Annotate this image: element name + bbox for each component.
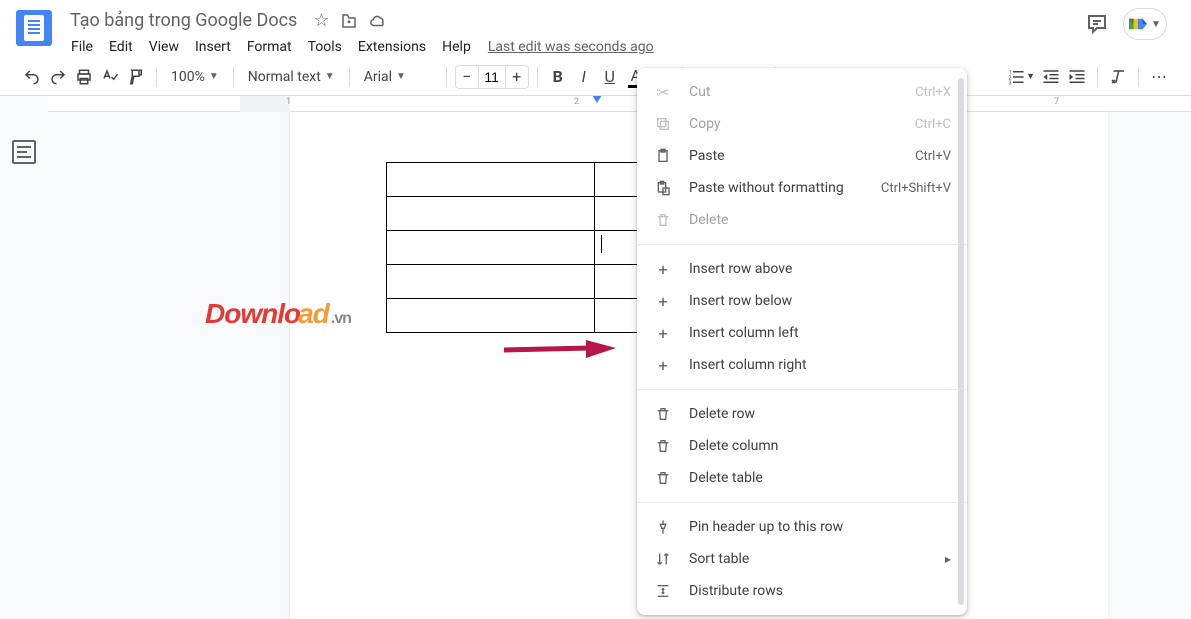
cm-distribute-rows[interactable]: Distribute rows <box>637 575 967 607</box>
cm-delete: Delete <box>637 204 967 236</box>
print-button[interactable] <box>72 64 96 90</box>
chevron-right-icon: ▸ <box>945 552 951 566</box>
font-size-control: − + <box>455 65 529 89</box>
style-dropdown[interactable]: Normal text▼ <box>242 64 341 90</box>
outline-toggle-icon[interactable] <box>12 140 36 164</box>
bold-button[interactable]: B <box>546 64 570 90</box>
plus-icon: + <box>653 291 673 311</box>
meet-button[interactable]: ▼ <box>1123 8 1167 40</box>
indent-marker-icon[interactable] <box>592 96 602 103</box>
comments-icon[interactable] <box>1085 12 1109 36</box>
menu-bar: File Edit View Insert Format Tools Exten… <box>64 35 1085 59</box>
cm-paste-plain[interactable]: Paste without formatting Ctrl+Shift+V <box>637 172 967 204</box>
header: Tạo bảng trong Google Docs ☆ File Edit V… <box>0 0 1191 58</box>
plus-icon: + <box>653 259 673 279</box>
decrease-font-button[interactable]: − <box>456 67 478 86</box>
cm-insert-col-right[interactable]: + Insert column right <box>637 349 967 381</box>
menu-extensions[interactable]: Extensions <box>351 35 433 59</box>
cm-delete-row[interactable]: Delete row <box>637 398 967 430</box>
clear-format-button[interactable] <box>1106 64 1130 90</box>
menu-file[interactable]: File <box>64 35 100 59</box>
move-icon[interactable] <box>340 12 358 30</box>
cloud-status-icon[interactable] <box>368 12 388 30</box>
redo-button[interactable] <box>46 64 70 90</box>
last-edit-link[interactable]: Last edit was seconds ago <box>488 39 654 55</box>
copy-icon <box>653 114 673 134</box>
context-menu: ✂ Cut Ctrl+X Copy Ctrl+C Paste Ctrl+V Pa… <box>637 68 967 615</box>
menu-insert[interactable]: Insert <box>188 35 238 59</box>
cm-delete-table[interactable]: Delete table <box>637 462 967 494</box>
trash-icon <box>653 436 673 456</box>
paint-format-button[interactable] <box>124 64 148 90</box>
trash-icon <box>653 404 673 424</box>
plus-icon: + <box>653 355 673 375</box>
cm-copy: Copy Ctrl+C <box>637 108 967 140</box>
watermark: Download.vn <box>205 298 351 330</box>
italic-button[interactable]: I <box>572 64 596 90</box>
underline-button[interactable]: U <box>598 64 622 90</box>
text-cursor <box>601 235 602 253</box>
cm-cut: ✂ Cut Ctrl+X <box>637 76 967 108</box>
increase-indent-button[interactable] <box>1065 64 1089 90</box>
cm-delete-column[interactable]: Delete column <box>637 430 967 462</box>
cut-icon: ✂ <box>653 82 673 102</box>
svg-text:3: 3 <box>1009 80 1012 86</box>
cm-insert-row-below[interactable]: + Insert row below <box>637 285 967 317</box>
menu-tools[interactable]: Tools <box>301 35 349 59</box>
pin-icon <box>653 517 673 537</box>
cm-sort-table[interactable]: Sort table ▸ <box>637 543 967 575</box>
ruler[interactable]: 1 2 3 7 <box>48 96 1191 112</box>
menu-format[interactable]: Format <box>240 35 299 59</box>
undo-button[interactable] <box>20 64 44 90</box>
paste-plain-icon <box>653 178 673 198</box>
spellcheck-button[interactable] <box>98 64 122 90</box>
numbered-list-button[interactable]: 123▼ <box>1005 64 1037 90</box>
cm-paste[interactable]: Paste Ctrl+V <box>637 140 967 172</box>
title-area: Tạo bảng trong Google Docs ☆ File Edit V… <box>64 8 1085 59</box>
distribute-rows-icon <box>653 581 673 601</box>
cm-insert-row-above[interactable]: + Insert row above <box>637 253 967 285</box>
docs-logo[interactable] <box>16 10 52 46</box>
trash-icon <box>653 468 673 488</box>
font-size-input[interactable] <box>478 66 506 88</box>
zoom-dropdown[interactable]: 100%▼ <box>165 64 225 90</box>
cm-insert-col-left[interactable]: + Insert column left <box>637 317 967 349</box>
plus-icon: + <box>653 323 673 343</box>
paste-icon <box>653 146 673 166</box>
context-menu-scrollbar[interactable] <box>958 78 964 605</box>
menu-view[interactable]: View <box>142 35 186 59</box>
trash-icon <box>653 210 673 230</box>
more-button[interactable]: ⋯ <box>1147 64 1171 90</box>
sort-icon <box>653 549 673 569</box>
font-dropdown[interactable]: Arial▼ <box>358 64 438 90</box>
increase-font-button[interactable]: + <box>506 67 528 86</box>
star-icon[interactable]: ☆ <box>313 10 329 31</box>
cm-pin-header[interactable]: Pin header up to this row <box>637 511 967 543</box>
annotation-arrow-icon <box>500 338 620 362</box>
menu-edit[interactable]: Edit <box>102 35 140 59</box>
document-title[interactable]: Tạo bảng trong Google Docs <box>64 8 303 33</box>
menu-help[interactable]: Help <box>435 35 478 59</box>
decrease-indent-button[interactable] <box>1039 64 1063 90</box>
toolbar: 100%▼ Normal text▼ Arial▼ − + B I U A 12… <box>0 58 1191 96</box>
